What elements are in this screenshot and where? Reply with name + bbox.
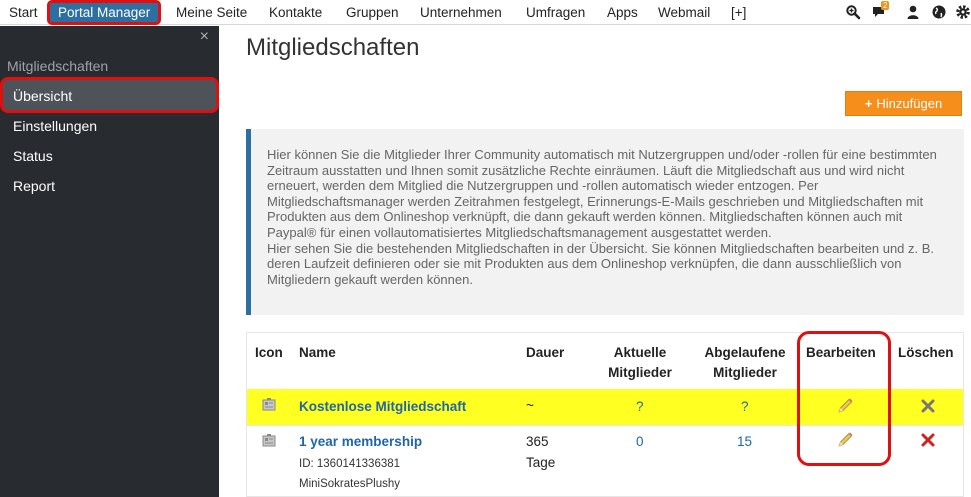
duration-value: 365 [526,434,549,449]
header-icon: Icon [255,345,283,360]
user-icon[interactable] [905,4,921,20]
nav-webmail[interactable]: Webmail [658,0,710,25]
nav-more[interactable]: [+] [731,0,746,25]
header-abgelaufene: Abgelaufene [704,345,786,360]
membership-name-link[interactable]: 1 year membership [299,434,422,449]
nav-start[interactable]: Start [9,0,38,25]
plus-icon: + [864,96,873,111]
sidebar-item-uebersicht[interactable]: Übersicht [0,77,219,113]
nav-unternehmen[interactable]: Unternehmen [420,0,502,25]
expired-members-value[interactable]: 15 [737,434,752,449]
add-button[interactable]: + Hinzufügen [845,91,962,116]
header-bearbeiten: Bearbeiten [806,345,876,360]
pencil-icon[interactable] [836,431,854,454]
notification-badge: 2 [881,1,890,10]
current-members-value[interactable]: 0 [636,434,644,449]
info-box: Hier können Sie die Mitglieder Ihrer Com… [246,129,964,315]
delete-icon[interactable] [921,433,935,452]
nav-portal-manager[interactable]: Portal Manager [47,0,162,25]
header-loeschen: Löschen [898,345,954,360]
header-dauer: Dauer [526,345,565,360]
nav-gruppen[interactable]: Gruppen [346,0,399,25]
nav-kontakte[interactable]: Kontakte [269,0,322,25]
header-aktuelle-2: Mitglieder [608,365,672,380]
membership-product: MiniSokratesPlushy [299,478,400,490]
table-row: 1 year membership ID: 1360141336381 Mini… [247,426,963,496]
duration-value: ~ [526,398,534,413]
sidebar: × Mitgliedschaften Übersicht Einstellung… [0,26,219,497]
gear-icon[interactable] [955,4,971,20]
nav-umfragen[interactable]: Umfragen [526,0,585,25]
expired-members-value[interactable]: ? [741,399,749,414]
add-button-label: Hinzufügen [876,96,943,111]
sidebar-item-label: Übersicht [13,88,73,104]
page-title: Mitgliedschaften [246,34,420,61]
pencil-icon[interactable] [836,397,854,420]
membership-id: ID: 1360141336381 [299,458,401,470]
membership-table: Icon Name Dauer Aktuelle Mitglieder Abge… [246,332,964,497]
info-text-2: Hier sehen Sie die bestehenden Mitglieds… [267,240,935,287]
chat-icon[interactable]: 2 [872,1,890,20]
nav-apps[interactable]: Apps [607,0,638,25]
membership-icon [262,434,276,452]
sidebar-item-einstellungen[interactable]: Einstellungen [13,118,97,134]
header-abgelaufene-2: Mitglieder [713,365,777,380]
nav-meine-seite[interactable]: Meine Seite [176,0,247,25]
membership-name-link[interactable]: Kostenlose Mitgliedschaft [299,399,466,414]
sidebar-title: Mitgliedschaften [7,58,109,74]
search-icon[interactable] [845,4,861,20]
duration-unit: Tage [526,455,556,470]
close-icon[interactable]: × [200,28,209,46]
delete-icon[interactable] [921,399,935,418]
top-navigation: Start Portal Manager Meine Seite Kontakt… [0,0,971,25]
sidebar-item-report[interactable]: Report [13,178,55,194]
sidebar-item-status[interactable]: Status [13,148,53,164]
table-row: Kostenlose Mitgliedschaft ~ ? ? [247,389,963,425]
membership-icon [262,398,276,416]
header-name: Name [299,345,336,360]
info-text: Hier können Sie die Mitglieder Ihrer Com… [267,147,937,240]
globe-icon[interactable] [931,4,947,20]
header-aktuelle: Aktuelle [613,345,667,360]
current-members-value[interactable]: ? [636,399,644,414]
